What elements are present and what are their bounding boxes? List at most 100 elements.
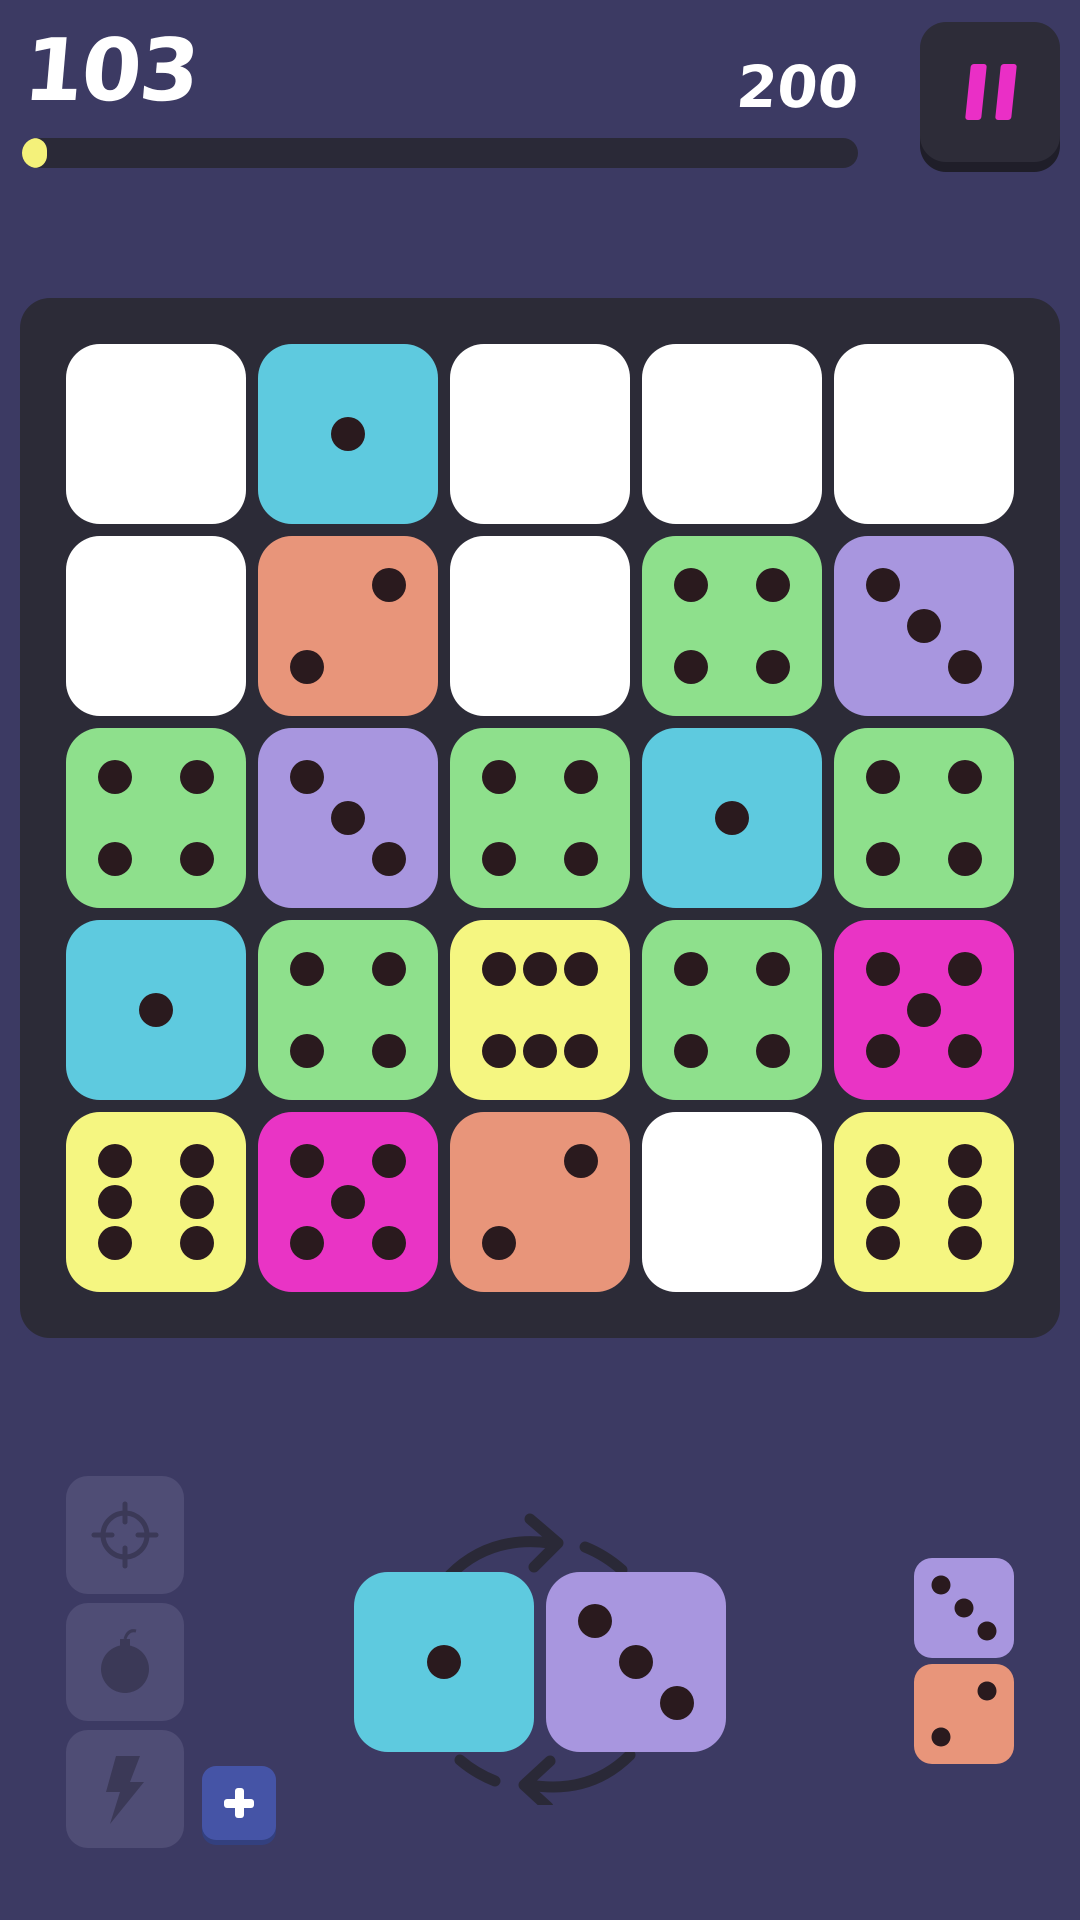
add-button[interactable] — [202, 1766, 276, 1840]
die-pip — [673, 650, 708, 685]
die-pip — [756, 1034, 791, 1069]
die-pip — [948, 951, 983, 986]
die-pip — [180, 1226, 215, 1261]
target-score: 200 — [733, 53, 861, 121]
die-pip — [372, 567, 407, 602]
die-pip — [372, 1143, 407, 1178]
die-pip — [865, 1226, 900, 1261]
die-pip — [427, 1645, 461, 1679]
die-pip — [948, 759, 983, 794]
die-pip — [948, 1185, 983, 1219]
empty-cell[interactable] — [450, 344, 630, 524]
die-pip — [660, 1686, 695, 1721]
die-pip — [907, 609, 941, 643]
bomb-icon — [101, 1629, 149, 1693]
die-5[interactable] — [834, 920, 1014, 1100]
die-pip — [139, 993, 173, 1027]
die-5[interactable] — [258, 1112, 438, 1292]
die-pip — [289, 1226, 324, 1261]
pause-icon — [965, 64, 987, 120]
die-4[interactable] — [642, 536, 822, 716]
die-pip — [948, 1034, 983, 1069]
die-pip — [523, 951, 557, 986]
die-pip — [564, 951, 599, 986]
die-pip — [756, 567, 791, 602]
lightning-tool-button[interactable] — [66, 1730, 184, 1848]
die-4[interactable] — [834, 728, 1014, 908]
score-value: 103 — [19, 21, 202, 121]
die-pip — [331, 417, 365, 451]
progress-bar-fill — [22, 138, 48, 168]
game-board — [20, 298, 1060, 1338]
empty-cell[interactable] — [642, 344, 822, 524]
die-pip — [564, 1143, 599, 1178]
die-pip — [481, 1226, 516, 1261]
lightning-icon — [106, 1756, 144, 1824]
die-pip — [289, 1034, 324, 1069]
die-pip — [331, 801, 365, 835]
die-pip — [931, 1575, 951, 1595]
die-pip — [673, 951, 708, 986]
die-pip — [907, 993, 941, 1027]
die-pip — [289, 951, 324, 986]
empty-cell[interactable] — [450, 536, 630, 716]
die-pip — [97, 1226, 132, 1261]
die-6[interactable] — [66, 1112, 246, 1292]
die-4[interactable] — [642, 920, 822, 1100]
die-3[interactable] — [834, 536, 1014, 716]
die-pip — [289, 759, 324, 794]
die-pip — [372, 1034, 407, 1069]
pause-button[interactable] — [920, 22, 1060, 162]
current-die-1[interactable] — [354, 1572, 534, 1752]
die-pip — [865, 951, 900, 986]
bomb-tool-button[interactable] — [66, 1603, 184, 1721]
empty-cell[interactable] — [66, 344, 246, 524]
die-pip — [97, 759, 132, 794]
die-pip — [865, 1143, 900, 1178]
die-pip — [180, 1185, 215, 1219]
die-pip — [673, 1034, 708, 1069]
die-pip — [372, 1226, 407, 1261]
die-4[interactable] — [66, 728, 246, 908]
die-pip — [180, 842, 215, 877]
die-pip — [865, 1034, 900, 1069]
die-pip — [97, 1143, 132, 1178]
die-pip — [481, 759, 516, 794]
die-pip — [180, 759, 215, 794]
die-pip — [289, 1143, 324, 1178]
pause-icon-bar — [995, 64, 1017, 120]
die-4[interactable] — [258, 920, 438, 1100]
die-pip — [756, 650, 791, 685]
die-2[interactable] — [450, 1112, 630, 1292]
target-tool-button[interactable] — [66, 1476, 184, 1594]
die-pip — [577, 1603, 612, 1638]
die-pip — [948, 1143, 983, 1178]
die-pip — [756, 951, 791, 986]
empty-cell[interactable] — [642, 1112, 822, 1292]
die-pip — [931, 1727, 951, 1747]
die-pip — [372, 951, 407, 986]
die-6[interactable] — [450, 920, 630, 1100]
die-1[interactable] — [258, 344, 438, 524]
die-pip — [372, 842, 407, 877]
empty-cell[interactable] — [834, 344, 1014, 524]
die-pip — [865, 567, 900, 602]
die-6[interactable] — [834, 1112, 1014, 1292]
die-pip — [865, 842, 900, 877]
die-1[interactable] — [66, 920, 246, 1100]
die-pip — [948, 842, 983, 877]
die-pip — [289, 650, 324, 685]
die-pip — [948, 1226, 983, 1261]
empty-cell[interactable] — [66, 536, 246, 716]
die-pip — [97, 1185, 132, 1219]
die-2[interactable] — [258, 536, 438, 716]
die-pip — [97, 842, 132, 877]
die-1[interactable] — [642, 728, 822, 908]
die-4[interactable] — [450, 728, 630, 908]
die-pip — [481, 1034, 516, 1069]
die-pip — [481, 951, 516, 986]
die-pip — [523, 1034, 557, 1069]
die-3[interactable] — [258, 728, 438, 908]
current-die-3[interactable] — [546, 1572, 726, 1752]
die-pip — [673, 567, 708, 602]
